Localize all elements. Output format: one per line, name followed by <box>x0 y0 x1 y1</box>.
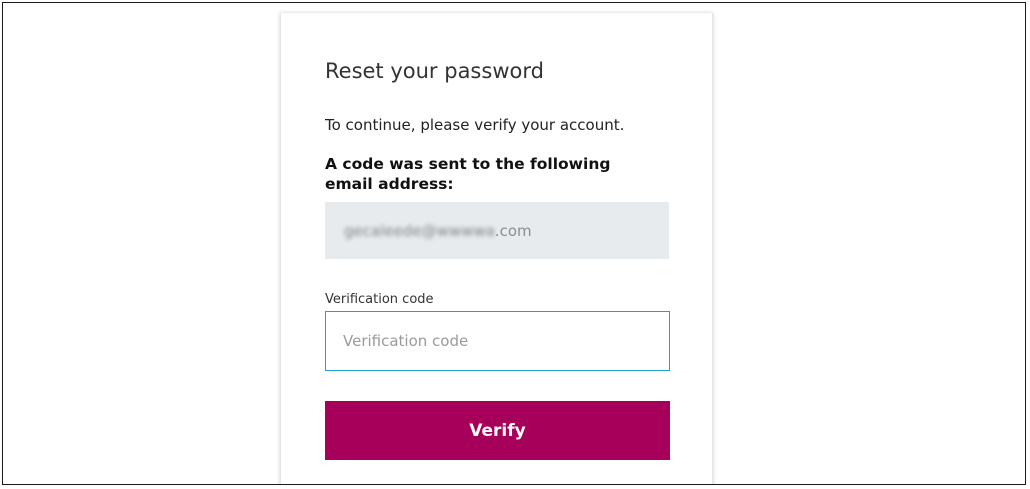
verification-code-label: Verification code <box>325 292 434 307</box>
email-display: gecaleede @wwwwa .com <box>325 202 669 259</box>
code-sent-text: A code was sent to the following email a… <box>325 155 611 193</box>
email-tld: .com <box>494 221 532 240</box>
verify-button[interactable]: Verify <box>325 401 670 460</box>
reset-password-card: Reset your password To continue, please … <box>280 13 713 484</box>
intro-text: To continue, please verify your account. <box>325 116 625 134</box>
email-local-part-redacted: gecaleede <box>344 221 422 240</box>
verification-code-input[interactable] <box>325 311 670 371</box>
page-title: Reset your password <box>325 59 544 83</box>
screenshot-frame: Reset your password To continue, please … <box>2 2 1026 485</box>
email-domain-redacted: @wwwwa <box>421 221 495 240</box>
